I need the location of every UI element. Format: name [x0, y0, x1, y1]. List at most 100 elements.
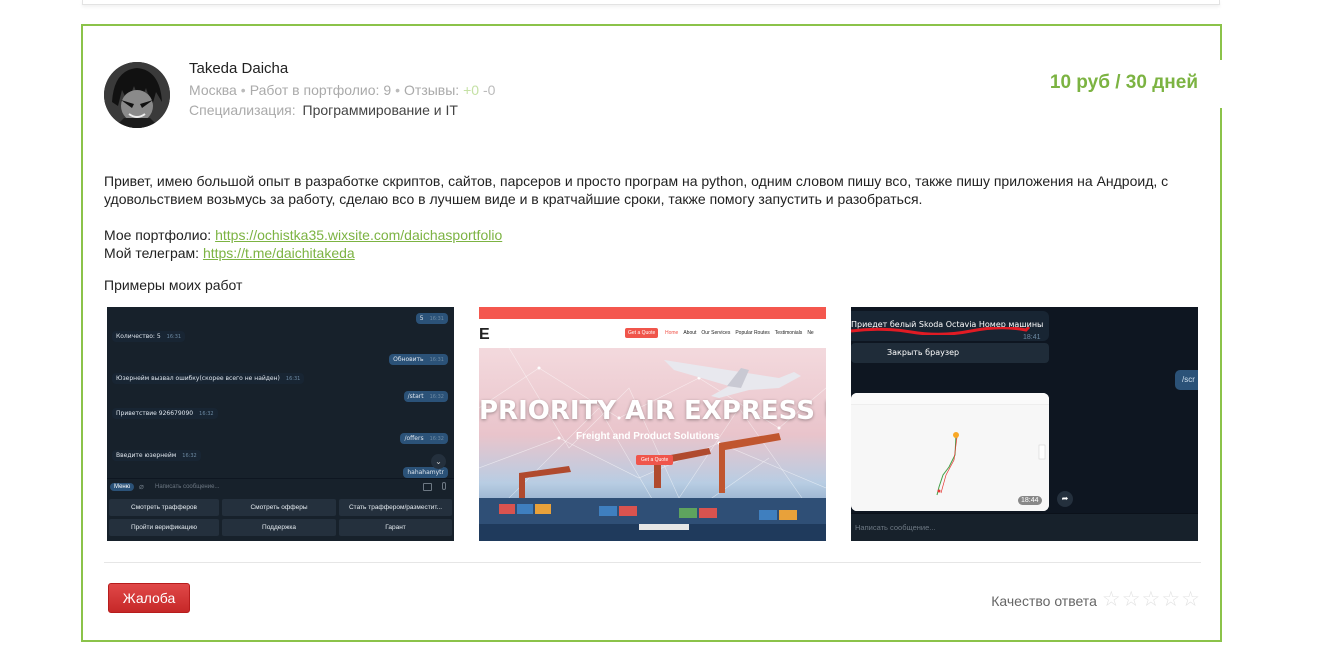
chat-message-time: 16:31: [166, 334, 182, 340]
meta-separator: •: [240, 82, 246, 98]
site-hero-subtitle: Freight and Product Solutions: [576, 431, 720, 442]
site-hero-title: PRIORITY AIR EXPRESS UK: [479, 396, 826, 426]
chat-message-text: /offers: [404, 435, 424, 442]
avatar[interactable]: [104, 62, 170, 128]
chat-message-time: 16:31: [429, 357, 444, 363]
previous-offer-card-edge: [82, 0, 1220, 5]
reviews-positive: +0: [463, 82, 480, 98]
bot-key: Смотреть трафферов: [109, 499, 219, 516]
microphone-icon: [442, 482, 446, 490]
chat-message-time: 16:32: [182, 453, 197, 459]
bot-key: Смотреть офферы: [222, 499, 336, 516]
menu-button: Меню: [110, 483, 135, 491]
chat-message: Приветствие 926679090 16:32: [112, 408, 218, 419]
keyboard-icon: [423, 483, 432, 491]
chat-message: Юзернейм вызвал ошибку(скорее всего не н…: [112, 373, 305, 384]
chat-message-time: 16:32: [199, 411, 214, 417]
site-navbar: E Get a Quote Home About Our Services Popul…: [479, 319, 826, 348]
specialization: Специализация: Программирование и IT: [189, 102, 458, 118]
scroll-down-icon: ⌄: [431, 454, 446, 469]
site-menu-item: Ne: [807, 330, 814, 336]
chat-message: /start 16:32: [403, 391, 448, 402]
bot-key: Пройти верификацию: [109, 519, 219, 536]
portfolio-count: 9: [383, 82, 392, 98]
command-bubble: /scr: [1175, 370, 1198, 390]
chat-message: hahahamytr: [403, 467, 448, 478]
user-meta: Москва • Работ в портфолио: 9 • Отзывы: +0 -…: [189, 82, 495, 98]
site-hero-image: [479, 348, 826, 541]
rating-star-icon[interactable]: ☆: [1122, 588, 1141, 611]
user-city: Москва: [189, 82, 237, 98]
chat-message-text: /start: [407, 393, 424, 400]
site-hero-button: Get a Quote: [636, 455, 674, 465]
site-menu-item: About: [683, 330, 697, 336]
map-toolbar: [851, 393, 1049, 405]
example-image-website[interactable]: E Get a Quote Home About Our Services Popul…: [479, 307, 826, 541]
chat-message: Введите юзернейм 16:32: [112, 450, 201, 461]
offer-price: 10 руб / 30 дней: [1049, 72, 1198, 93]
chat-message-text: Юзернейм вызвал ошибку(скорее всего не н…: [116, 375, 280, 382]
site-menu-item: Testimonials: [774, 330, 803, 336]
site-topbar: [479, 307, 826, 319]
redaction-mark: [851, 327, 1031, 335]
chat-message: Обновить 16:31: [389, 354, 448, 365]
chat-message: /offers 16:32: [400, 433, 448, 444]
chat-input-placeholder: Написать сообщение...: [855, 523, 936, 532]
portfolio-label: Работ в портфолио:: [249, 82, 380, 98]
chat-bubble: Приедет белый Skoda Octavia Номер машины…: [851, 311, 1049, 341]
share-icon: ➦: [1057, 491, 1073, 507]
chat-message: Количество: 5 16:31: [112, 331, 186, 342]
rating-star-icon[interactable]: ☆: [1102, 588, 1121, 611]
site-menu-item: Popular Routes: [735, 330, 770, 336]
chat-message-text: Обновить: [393, 356, 424, 363]
chat-input-bar: Меню ⌀ Написать сообщение...: [107, 478, 454, 496]
example-image-taxi-bot[interactable]: Приедет белый Skoda Octavia Номер машины…: [851, 307, 1198, 541]
bot-key: Гарант: [339, 519, 452, 536]
chat-input-bar: Написать сообщение...: [851, 513, 1198, 541]
chat-message-text: Количество: 5: [116, 333, 161, 340]
chat-message-time: 16:31: [285, 376, 301, 382]
rating-star-icon[interactable]: ☆: [1161, 588, 1180, 611]
close-browser-button: Закрыть браузер: [851, 343, 1049, 363]
chat-message-time: 16:32: [429, 394, 444, 400]
offer-card: 10 руб / 30 дней Takeda Daicha Москва • Ра…: [81, 24, 1222, 642]
bot-key: Стать траффером/разместит...: [339, 499, 452, 516]
portfolio-link[interactable]: https://ochistka35.wixsite.com/daichaspo…: [215, 227, 502, 243]
site-logo: E: [479, 326, 490, 343]
map-preview: [851, 393, 1049, 511]
spec-value: Программирование и IT: [302, 102, 458, 118]
complain-button[interactable]: Жалоба: [108, 583, 190, 613]
rating-star-icon[interactable]: ☆: [1142, 588, 1161, 611]
chat-message-text: Введите юзернейм: [116, 452, 177, 459]
telegram-link[interactable]: https://t.me/daichitakeda: [203, 245, 355, 261]
response-quality-rating: Качество ответа ☆☆☆☆☆: [991, 588, 1200, 611]
site-menu-item: Our Services: [701, 330, 731, 336]
site-menu: Home About Our Services Popular Routes Testi…: [665, 330, 819, 336]
portfolio-link-label: Мое портфолио:: [104, 227, 212, 243]
chat-input-placeholder: Написать сообщение...: [155, 484, 220, 490]
map-route: [851, 405, 1049, 511]
chat-message-time: 16:31: [429, 316, 444, 322]
rating-star-icon[interactable]: ☆: [1181, 588, 1200, 611]
spec-label: Специализация:: [189, 102, 296, 118]
map-time: 18:44: [1018, 496, 1042, 505]
site-menu-item: Home: [665, 330, 679, 336]
chat-time: 18:41: [1023, 334, 1041, 341]
bot-key: Поддержка: [222, 519, 336, 536]
price-notch: [1216, 60, 1222, 108]
chat-message-time: 16:32: [429, 436, 444, 442]
chat-message-text: Приветствие 926679090: [116, 410, 194, 417]
reviews-negative: -0: [482, 82, 496, 98]
reviews-label: Отзывы:: [404, 82, 460, 98]
example-image-telegram-bot[interactable]: 5 16:31 Количество: 5 16:31 Обновить 16:31 Юзе…: [107, 307, 454, 541]
divider: [104, 562, 1201, 563]
chat-message-text: 5: [419, 315, 424, 322]
quality-label: Качество ответа: [991, 592, 1097, 609]
site-quote-button: Get a Quote: [625, 328, 659, 338]
examples-title: Примеры моих работ: [104, 277, 243, 293]
offer-description: Привет, имею большой опыт в разработке с…: [104, 173, 1169, 207]
contact-links: Мое портфолио: https://ochistka35.wixsit…: [104, 226, 502, 262]
user-name[interactable]: Takeda Daicha: [189, 60, 288, 77]
chat-message: 5 16:31: [415, 313, 448, 324]
bot-keyboard: Смотреть трафферов Смотреть офферы Стать…: [107, 497, 454, 541]
